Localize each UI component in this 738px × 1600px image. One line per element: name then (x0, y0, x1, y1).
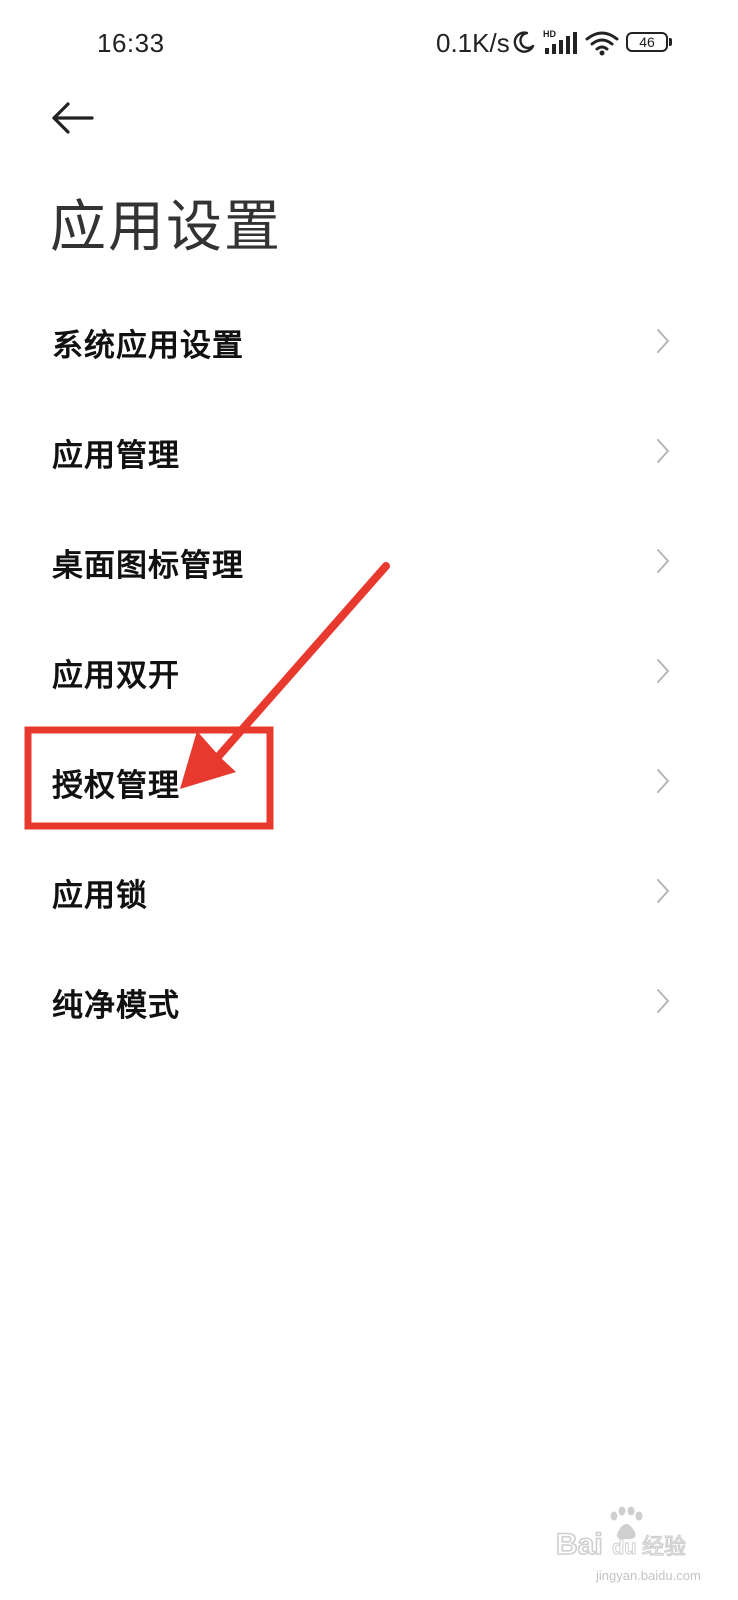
svg-text:经验: 经验 (642, 1535, 686, 1560)
watermark-url: jingyan.baidu.com (596, 1568, 701, 1583)
svg-text:du: du (612, 1537, 636, 1559)
menu-item-app-management[interactable]: 应用管理 (0, 396, 738, 506)
menu-item-app-lock[interactable]: 应用锁 (0, 836, 738, 946)
menu-item-label: 授权管理 (52, 768, 180, 804)
page-title: 应用设置 (50, 195, 282, 260)
back-arrow-icon (52, 102, 94, 134)
menu-item-pure-mode[interactable]: 纯净模式 (0, 946, 738, 1056)
menu-item-label: 桌面图标管理 (52, 548, 244, 584)
menu-item-desktop-icon-management[interactable]: 桌面图标管理 (0, 506, 738, 616)
network-speed: 0.1K/s (436, 28, 510, 58)
svg-text:Bai: Bai (556, 1528, 603, 1561)
settings-menu-list: 系统应用设置 应用管理 桌面图标管理 应用双开 授权管理 应用锁 纯净模式 (0, 286, 738, 1056)
menu-item-permission-management[interactable]: 授权管理 (0, 726, 738, 836)
wifi-icon (585, 31, 619, 56)
back-button[interactable] (48, 96, 100, 140)
baidu-jingyan-watermark: Bai du 经验 (556, 1506, 687, 1562)
chevron-right-icon (657, 439, 669, 463)
menu-item-dual-apps[interactable]: 应用双开 (0, 616, 738, 726)
battery-indicator: 46 (626, 32, 668, 52)
hd-signal-icon: HD (543, 29, 577, 54)
menu-item-label: 系统应用设置 (52, 328, 244, 364)
menu-item-label: 应用双开 (52, 658, 180, 694)
status-bar: 16:33 0.1K/s HD 46 (0, 0, 738, 90)
chevron-right-icon (657, 989, 669, 1013)
status-time: 16:33 (97, 28, 165, 58)
chevron-right-icon (657, 659, 669, 683)
svg-text:HD: HD (543, 29, 556, 39)
menu-item-system-app-settings[interactable]: 系统应用设置 (0, 286, 738, 396)
chevron-right-icon (657, 879, 669, 903)
chevron-right-icon (657, 549, 669, 573)
menu-item-label: 应用锁 (52, 878, 148, 914)
moon-icon (513, 31, 535, 53)
menu-item-label: 纯净模式 (52, 988, 180, 1024)
chevron-right-icon (657, 769, 669, 793)
battery-tip (669, 38, 672, 46)
menu-item-label: 应用管理 (52, 438, 180, 474)
chevron-right-icon (657, 329, 669, 353)
